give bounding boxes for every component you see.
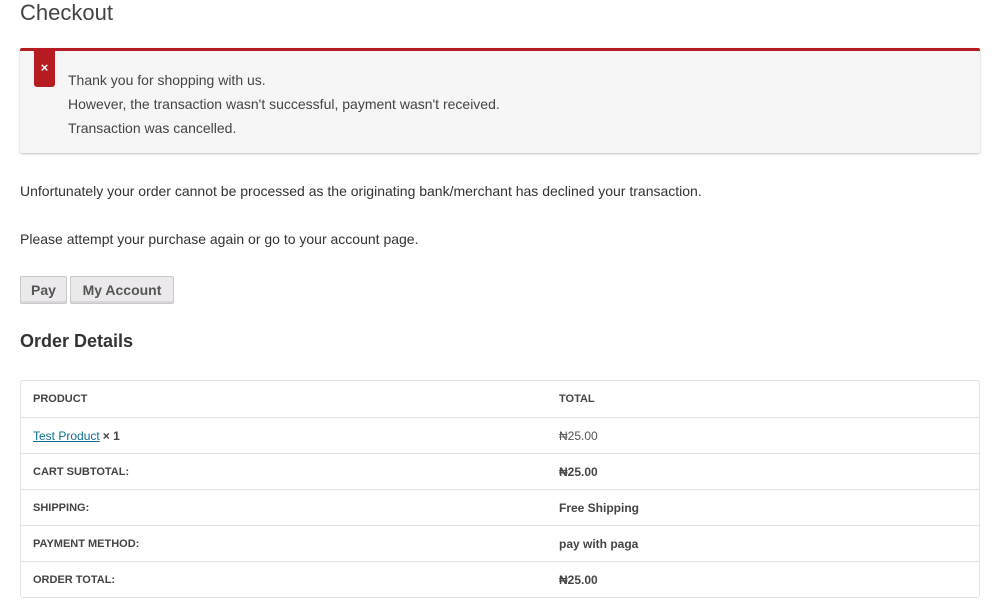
row-label: CART SUBTOTAL: xyxy=(21,453,547,489)
my-account-button[interactable]: My Account xyxy=(70,276,174,304)
product-link[interactable]: Test Product xyxy=(33,429,100,443)
error-icon: × xyxy=(34,48,55,87)
pay-button[interactable]: Pay xyxy=(20,276,67,304)
product-total: ₦25.00 xyxy=(547,417,979,453)
table-row: SHIPPING: Free Shipping xyxy=(21,489,979,525)
order-details-table: PRODUCT TOTAL Test Product × 1 ₦25.00 CA… xyxy=(20,380,980,598)
product-quantity: × 1 xyxy=(102,428,120,443)
shipping-value: Free Shipping xyxy=(547,489,979,525)
declined-message: Unfortunately your order cannot be proce… xyxy=(20,183,702,199)
table-row: PAYMENT METHOD: pay with paga xyxy=(21,525,979,561)
row-label: SHIPPING: xyxy=(21,489,547,525)
order-total-value: ₦25.00 xyxy=(547,561,979,597)
retry-message: Please attempt your purchase again or go… xyxy=(20,231,419,247)
header-product: PRODUCT xyxy=(33,393,88,405)
row-label: ORDER TOTAL: xyxy=(21,561,547,597)
table-row: Test Product × 1 ₦25.00 xyxy=(21,417,979,453)
product-cell: Test Product × 1 xyxy=(21,417,547,453)
order-details-title: Order Details xyxy=(20,331,134,351)
notice-line: Thank you for shopping with us. xyxy=(68,72,266,88)
header-total: TOTAL xyxy=(559,393,595,405)
payment-method-value: pay with paga xyxy=(547,525,979,561)
row-label: PAYMENT METHOD: xyxy=(21,525,547,561)
notice-message: Thank you for shopping with us. However,… xyxy=(68,68,500,140)
table-header-row: PRODUCT TOTAL xyxy=(21,381,979,417)
error-notice: × Thank you for shopping with us. Howeve… xyxy=(20,48,980,153)
page-title: Checkout xyxy=(20,0,113,25)
table-row: CART SUBTOTAL: ₦25.00 xyxy=(21,453,979,489)
cart-subtotal-value: ₦25.00 xyxy=(547,453,979,489)
notice-line: However, the transaction wasn't successf… xyxy=(68,96,500,112)
table-row: ORDER TOTAL: ₦25.00 xyxy=(21,561,979,597)
notice-line: Transaction was cancelled. xyxy=(68,120,237,136)
